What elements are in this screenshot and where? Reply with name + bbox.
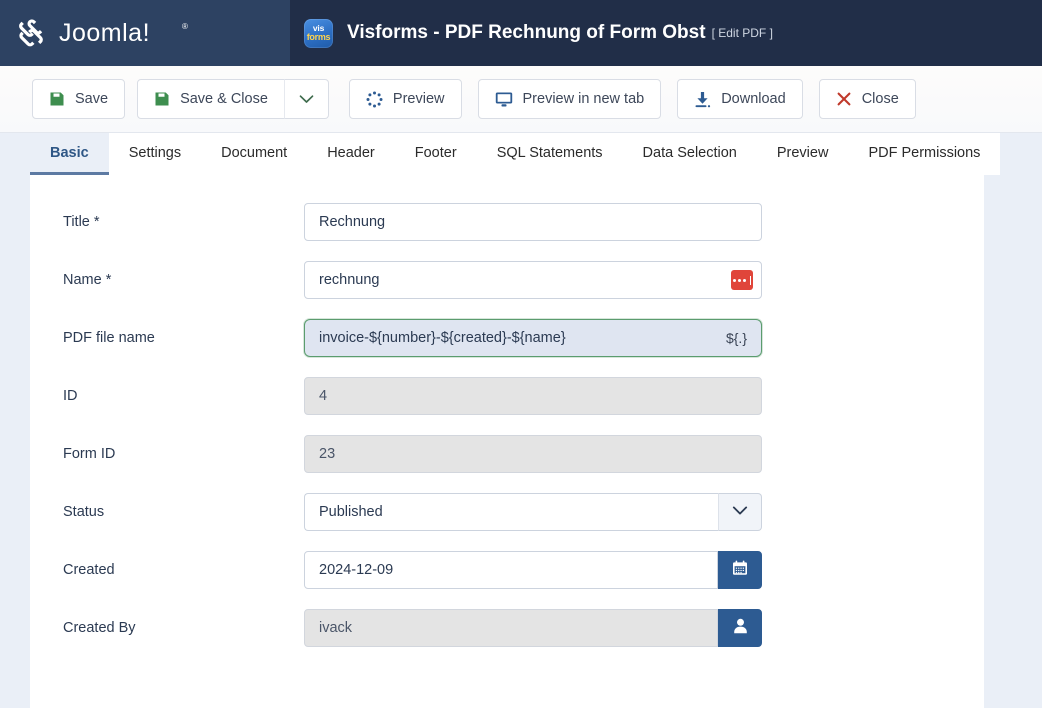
name-label: Name *: [63, 272, 112, 288]
password-dots-glyph: [733, 275, 751, 285]
tab-footer-label: Footer: [414, 144, 457, 161]
id-label: ID: [63, 388, 78, 404]
page-body: Basic Settings Document Header Footer SQ…: [0, 133, 1042, 708]
spinner-dots-icon: [366, 91, 383, 108]
form-row-pdf-file-name: PDF file name invoice-${number}-${create…: [30, 309, 984, 367]
top-header-bar: Joomla! ® vis forms Visforms - PDF Rechn…: [0, 0, 1042, 66]
floppy-disk-icon: [49, 91, 65, 107]
status-select[interactable]: Published: [304, 493, 718, 531]
form-row-title: Title * Rechnung: [30, 193, 984, 251]
toolbar: Save Save & Close Preview Preview in new…: [0, 66, 1042, 133]
tab-preview[interactable]: Preview: [756, 133, 849, 175]
page-title-subtitle: [ Edit PDF ]: [711, 26, 773, 40]
save-button[interactable]: Save: [32, 79, 126, 119]
form-row-created-by: Created By ivack: [30, 599, 984, 657]
pdf-file-name-label: PDF file name: [63, 330, 155, 346]
svg-text:Joomla!: Joomla!: [59, 19, 150, 47]
tab-document-label: Document: [221, 144, 288, 161]
status-label: Status: [63, 504, 105, 520]
form-id-label: Form ID: [63, 446, 116, 462]
monitor-icon: [495, 91, 513, 108]
form-row-status: Status Published: [30, 483, 984, 541]
form-row-id: ID 4: [30, 367, 984, 425]
visforms-badge-line1: vis: [312, 22, 325, 33]
form-row-form-id: Form ID 23: [30, 425, 984, 483]
tab-data-selection-label: Data Selection: [642, 144, 737, 161]
tab-header[interactable]: Header: [307, 133, 395, 175]
floppy-disk-icon: [154, 91, 170, 107]
created-field-wrap: 2024-12-09: [304, 551, 762, 589]
created-by-user-picker-button[interactable]: [718, 609, 762, 647]
title-input[interactable]: Rechnung: [304, 203, 762, 241]
chevron-down-icon: [732, 503, 748, 521]
form-id-field-wrap: 23: [304, 435, 762, 473]
user-icon: [733, 618, 748, 639]
form-row-created: Created 2024-12-09: [30, 541, 984, 599]
tab-pdf-permissions-label: PDF Permissions: [868, 144, 981, 161]
tab-header-label: Header: [327, 144, 375, 161]
tab-basic[interactable]: Basic: [30, 133, 109, 175]
name-input[interactable]: rechnung: [304, 261, 762, 299]
calendar-icon: [732, 560, 748, 581]
tab-footer[interactable]: Footer: [394, 133, 477, 175]
pdf-file-name-suffix: ${.}: [725, 330, 747, 346]
page-title: Visforms - PDF Rechnung of Form Obst: [347, 22, 706, 43]
close-button[interactable]: Close: [818, 79, 916, 119]
created-input[interactable]: 2024-12-09: [304, 551, 718, 589]
status-field-wrap: Published: [304, 493, 762, 531]
status-select-caret-button[interactable]: [718, 493, 762, 531]
preview-button-label: Preview: [392, 91, 445, 107]
close-x-icon: [836, 91, 852, 107]
tab-sql-statements[interactable]: SQL Statements: [476, 133, 623, 175]
pdf-file-name-value: invoice-${number}-${created}-${name}: [319, 330, 566, 346]
created-by-label: Created By: [63, 620, 136, 636]
created-calendar-button[interactable]: [718, 551, 762, 589]
save-button-label: Save: [75, 91, 109, 107]
chevron-down-icon: [299, 94, 314, 104]
preview-in-new-tab-button[interactable]: Preview in new tab: [477, 79, 662, 119]
title-field-wrap: Rechnung: [304, 203, 762, 241]
tab-settings[interactable]: Settings: [108, 133, 202, 175]
preview-button[interactable]: Preview: [348, 79, 462, 119]
tab-basic-label: Basic: [50, 144, 89, 161]
tab-document[interactable]: Document: [201, 133, 308, 175]
close-button-label: Close: [861, 91, 899, 107]
download-icon: [694, 91, 711, 108]
form-id-input: 23: [304, 435, 762, 473]
save-and-close-group: Save & Close: [137, 79, 329, 119]
created-by-input: ivack: [304, 609, 718, 647]
form-row-name: Name * rechnung: [30, 251, 984, 309]
password-dots-icon[interactable]: [731, 270, 753, 290]
save-and-close-dropdown-button[interactable]: [283, 79, 329, 119]
svg-text:®: ®: [182, 22, 188, 31]
tab-bar: Basic Settings Document Header Footer SQ…: [30, 133, 1001, 175]
tab-data-selection[interactable]: Data Selection: [622, 133, 757, 175]
save-and-close-button[interactable]: Save & Close: [137, 79, 285, 119]
pdf-file-name-input[interactable]: invoice-${number}-${created}-${name} ${.…: [304, 319, 762, 357]
id-field-wrap: 4: [304, 377, 762, 415]
visforms-badge-line2: forms: [306, 32, 331, 43]
save-and-close-label: Save & Close: [180, 91, 268, 107]
tab-sql-statements-label: SQL Statements: [496, 144, 603, 161]
download-button-label: Download: [721, 91, 786, 107]
created-by-field-wrap: ivack: [304, 609, 762, 647]
title-label: Title *: [63, 214, 100, 230]
id-input: 4: [304, 377, 762, 415]
tab-settings-label: Settings: [128, 144, 182, 161]
tab-preview-label: Preview: [776, 144, 829, 161]
created-label: Created: [63, 562, 115, 578]
visforms-logo-icon: vis forms: [304, 18, 333, 48]
download-button[interactable]: Download: [677, 79, 803, 119]
pdf-file-name-field-wrap: invoice-${number}-${created}-${name} ${.…: [304, 319, 762, 357]
basic-tab-panel: Title * Rechnung Name * rechnung PDF fil…: [30, 175, 984, 708]
tab-pdf-permissions[interactable]: PDF Permissions: [848, 133, 1001, 175]
page-header: vis forms Visforms - PDF Rechnung of For…: [290, 0, 1042, 66]
preview-in-new-tab-label: Preview in new tab: [522, 91, 645, 107]
brand-area[interactable]: Joomla! ®: [0, 0, 290, 66]
name-field-wrap: rechnung: [304, 261, 762, 299]
joomla-logo-icon[interactable]: Joomla! ®: [14, 16, 254, 50]
